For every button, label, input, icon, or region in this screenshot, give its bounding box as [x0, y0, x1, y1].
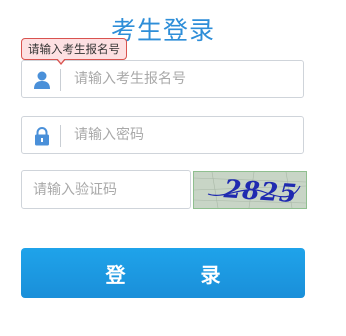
validation-tooltip: 请输入考生报名号 [21, 38, 127, 65]
lock-icon [32, 126, 52, 146]
login-button[interactable]: 登 录 [21, 248, 305, 298]
field-separator [60, 69, 61, 91]
user-icon [32, 70, 52, 90]
captcha-image[interactable]: 2825 [193, 171, 307, 209]
password-input[interactable] [74, 117, 294, 153]
field-separator [60, 125, 61, 147]
captcha-field[interactable] [21, 170, 191, 209]
username-field[interactable] [21, 60, 304, 98]
captcha-text: 2825 [222, 174, 298, 208]
captcha-input[interactable] [33, 171, 183, 208]
username-input[interactable] [74, 61, 294, 97]
password-field[interactable] [21, 116, 304, 154]
